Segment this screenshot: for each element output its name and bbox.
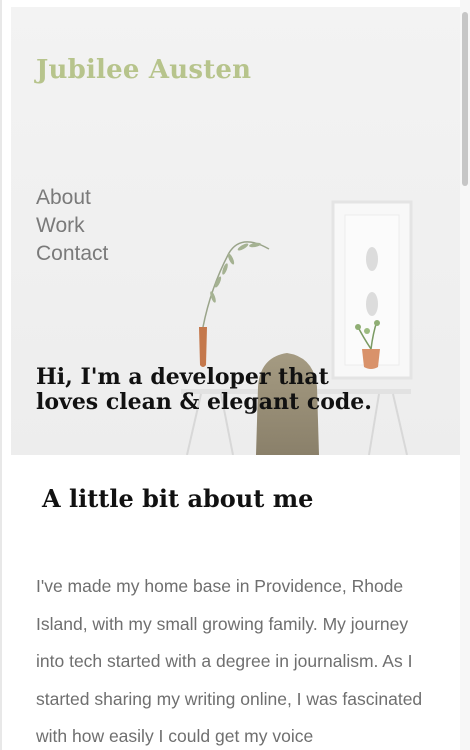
nav-link-contact[interactable]: Contact	[36, 240, 108, 268]
about-heading: A little bit about me	[42, 484, 314, 513]
hero-section: Jubilee Austen About Work Contact Hi, I'…	[11, 7, 460, 455]
page: Jubilee Austen About Work Contact Hi, I'…	[0, 0, 470, 750]
about-paragraph: I've made my home base in Providence, Rh…	[36, 576, 423, 746]
scrollbar-thumb[interactable]	[462, 12, 468, 186]
hero-tagline: Hi, I'm a developer that loves clean & e…	[36, 364, 372, 415]
page-scrollbar[interactable]	[460, 0, 470, 750]
nav-link-about[interactable]: About	[36, 184, 108, 212]
left-divider	[0, 0, 2, 750]
nav-link-work[interactable]: Work	[36, 212, 108, 240]
site-title[interactable]: Jubilee Austen	[36, 55, 251, 85]
main-nav: About Work Contact	[36, 184, 108, 268]
